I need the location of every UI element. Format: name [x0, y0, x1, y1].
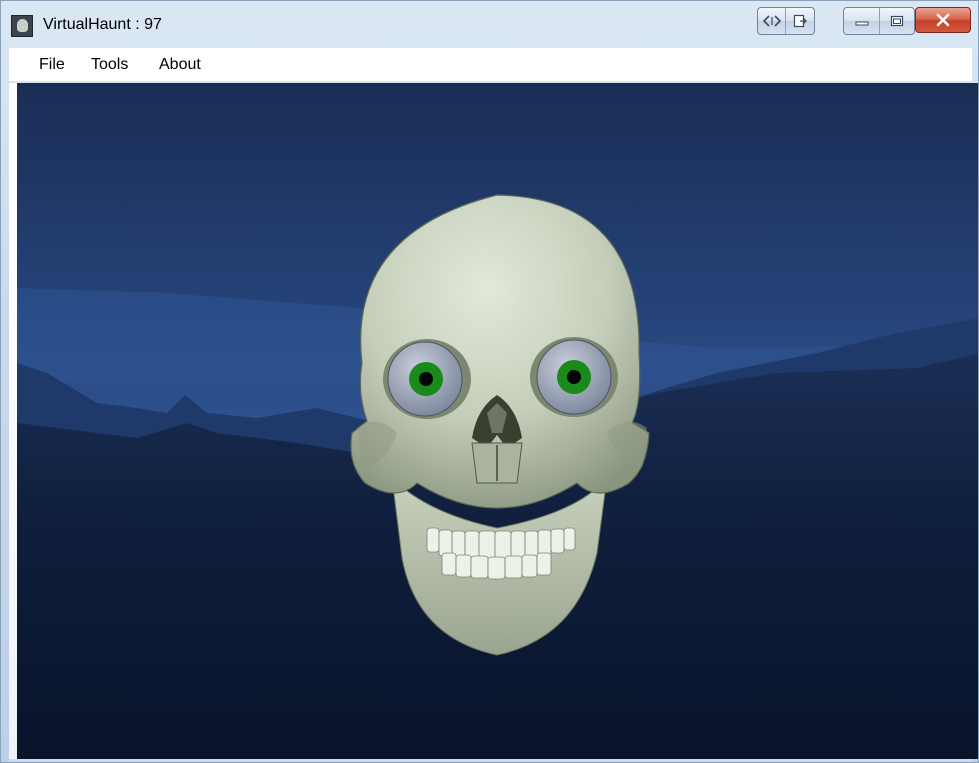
menu-tools[interactable]: Tools [89, 56, 130, 74]
menu-bar: File Tools About [9, 48, 972, 82]
menu-about[interactable]: About [157, 56, 203, 74]
skull-app-icon[interactable] [11, 15, 33, 37]
window-title: VirtualHaunt : 97 [43, 16, 162, 33]
code-brackets-icon[interactable] [758, 8, 786, 34]
dock-window-icon[interactable] [786, 8, 814, 34]
extra-caption-buttons [757, 7, 815, 35]
maximize-icon[interactable] [880, 8, 914, 34]
scene [17, 83, 978, 759]
title-bar[interactable]: VirtualHaunt : 97 [1, 1, 978, 47]
3d-viewport[interactable] [17, 83, 978, 759]
close-icon [936, 13, 950, 27]
minimize-icon[interactable] [844, 8, 880, 34]
app-window: VirtualHaunt : 97 File Tools About [0, 0, 979, 763]
window-left-border [9, 83, 17, 759]
menu-file[interactable]: File [37, 56, 67, 74]
window-bottom-border [9, 759, 972, 762]
window-size-buttons [843, 7, 915, 35]
close-button[interactable] [915, 7, 971, 33]
